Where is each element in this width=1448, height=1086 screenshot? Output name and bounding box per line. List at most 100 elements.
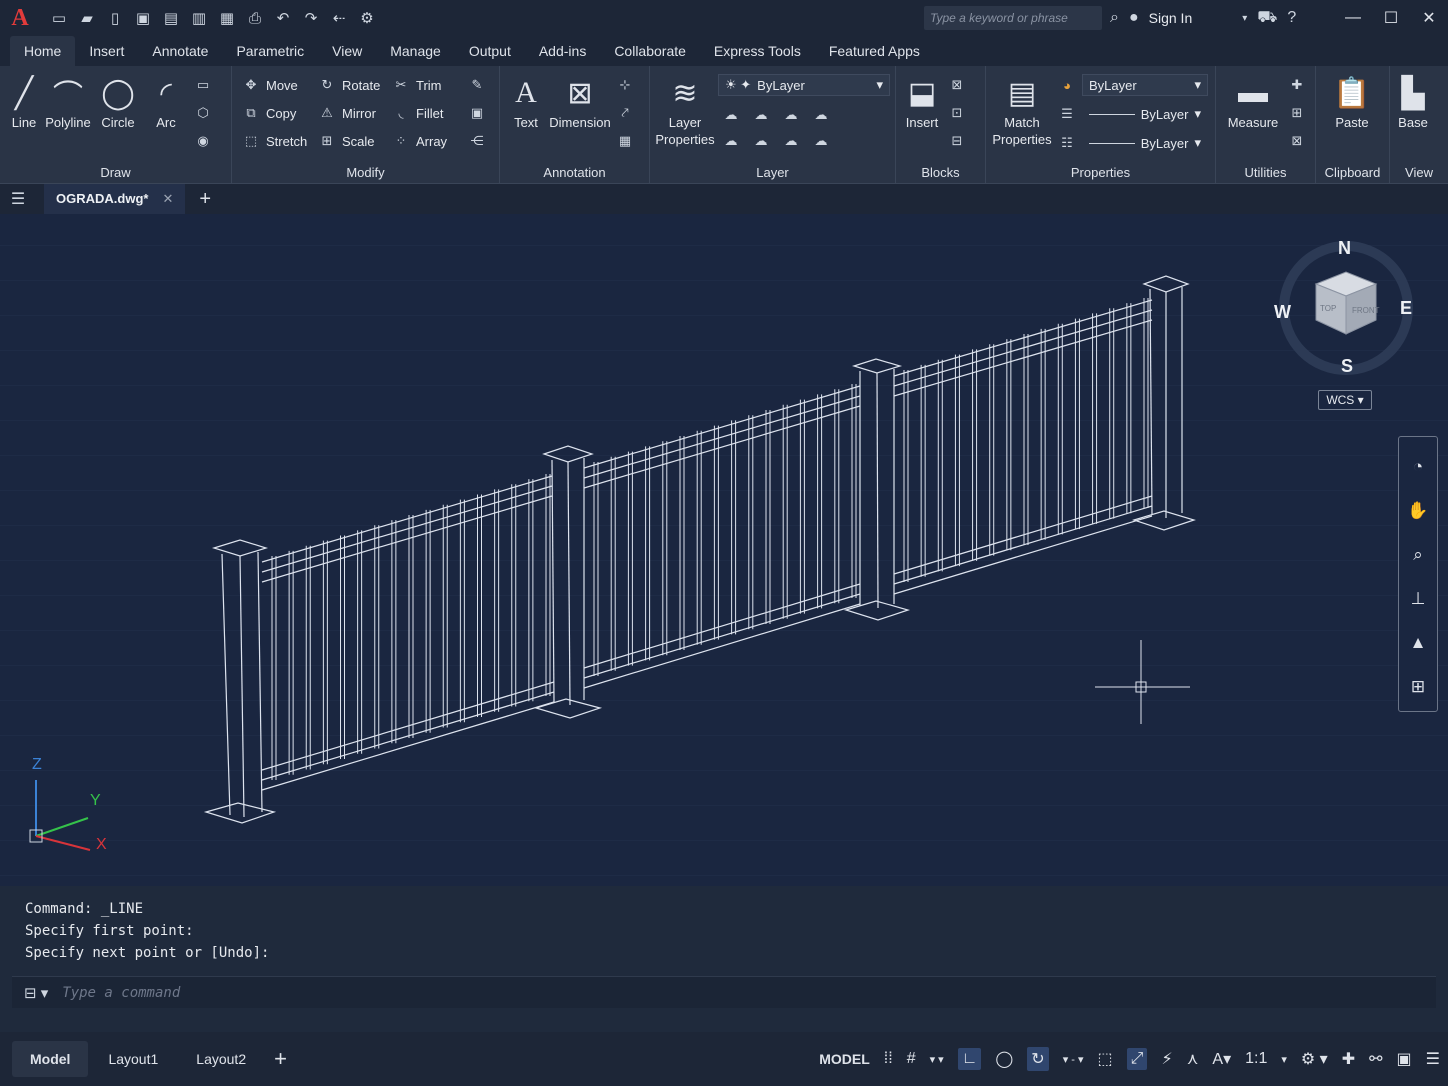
annotation-panel-label[interactable]: Annotation [500,165,649,180]
open-web-icon[interactable]: ▯ [104,7,126,29]
circle-button[interactable]: ◯ Circle [96,72,140,131]
document-tab-ograda[interactable]: OGRADA.dwg* ✕ [44,184,186,214]
chevron-down-icon[interactable]: ▾ [1242,13,1247,24]
tab-home[interactable]: Home [10,36,76,66]
layer-panel-label[interactable]: Layer [650,165,895,180]
utilities-panel-label[interactable]: Utilities [1216,165,1315,180]
leader-button[interactable]: ⊹ [616,74,634,96]
hamburger-menu-icon[interactable]: ☰ [0,189,36,209]
id-point-button[interactable]: ✚ [1288,74,1306,96]
grid-icon[interactable]: ⁞⁞ [884,1050,893,1068]
measure-button[interactable]: ▬ Measure [1220,72,1286,131]
scale-value[interactable]: 1:1 [1245,1050,1267,1068]
object-snap-tracking-icon[interactable]: ⤢ [1126,1048,1148,1070]
new-tab-icon[interactable]: + [199,188,211,211]
erase-button[interactable]: ✎ [468,74,486,96]
close-icon[interactable]: ✕ [1410,0,1448,36]
base-view-button[interactable]: ▙ Base [1390,72,1436,131]
open-icon[interactable]: ▰ [76,7,98,29]
polar-icon[interactable]: ◯ [995,1049,1013,1069]
minimize-icon[interactable]: — [1334,0,1372,36]
layer-off-icon[interactable]: ☁ [722,107,740,123]
annotation-monitor-icon[interactable]: ✚ [1342,1049,1355,1069]
text-button[interactable]: A Text [508,72,544,131]
select-all-button[interactable]: ⊠ [1288,130,1306,152]
sign-in-button[interactable]: Sign In [1149,10,1193,26]
draw-panel-label[interactable]: Draw [0,165,231,180]
explode-button[interactable]: ▣ [468,102,486,124]
layout-tab-layout1[interactable]: Layout1 [90,1041,176,1077]
clipboard-panel-label[interactable]: Clipboard [1316,165,1389,180]
undo-icon[interactable]: ↶ [272,7,294,29]
compass-east[interactable]: E [1400,298,1412,319]
compass-north[interactable]: N [1338,238,1351,259]
tab-parametric[interactable]: Parametric [222,36,318,66]
block-attributes-button[interactable]: ⊟ [948,130,966,152]
maximize-icon[interactable]: ☐ [1372,0,1410,36]
color-picker[interactable]: ◕ [1058,74,1076,96]
plot-icon[interactable]: ▦ [216,7,238,29]
pan-icon[interactable]: ✋ [1407,499,1428,523]
clean-screen-icon[interactable]: ▣ [1397,1049,1412,1069]
rotate-button[interactable]: ↻ Rotate [318,74,381,96]
copy-button[interactable]: ⧉ Copy [242,102,296,124]
tab-express-tools[interactable]: Express Tools [700,36,815,66]
osnap-icon[interactable]: ↻ [1027,1047,1049,1071]
snap-icon[interactable]: # [907,1050,916,1068]
layer-lock-icon[interactable]: ☁ [812,107,830,123]
chevron-down-icon[interactable]: ▾ ‑ ▾ [1063,1053,1084,1066]
hatch-button[interactable]: ⬡ [194,102,212,124]
match-properties-button[interactable]: ▤ Match Properties [990,72,1054,148]
tab-collaborate[interactable]: Collaborate [600,36,700,66]
customization-icon[interactable]: ☰ [1426,1049,1440,1069]
model-space-toggle[interactable]: MODEL [819,1051,870,1067]
layer-walk-icon[interactable]: ☁ [812,133,830,149]
dimension-button[interactable]: ⊠ Dimension [548,72,612,131]
create-block-button[interactable]: ⊠ [948,74,966,96]
table-button[interactable]: ▦ [616,130,634,152]
steering-wheel-icon[interactable]: ◔ [1413,455,1423,479]
multileader-button[interactable]: ⤤ [616,102,634,124]
chevron-down-icon[interactable]: ▾ [1281,1053,1287,1066]
showmotion-icon[interactable]: ▲ [1410,631,1427,655]
edit-block-button[interactable]: ⊡ [948,102,966,124]
undo-dropdown-icon[interactable]: ⇠ [328,7,350,29]
layer-match-icon[interactable]: ☁ [722,133,740,149]
polyline-button[interactable]: ⌒ Polyline [44,72,92,131]
color-dropdown[interactable]: ByLayer ▾ [1082,74,1208,96]
wcs-dropdown[interactable]: WCS ▾ [1318,390,1372,410]
drawing-canvas[interactable]: Z Y X [0,214,1448,886]
search-icon[interactable]: ⌕ [1110,9,1119,27]
tab-insert[interactable]: Insert [75,36,138,66]
stretch-button[interactable]: ⬚ Stretch [242,130,307,152]
line-button[interactable]: ╱ Line [4,72,44,131]
help-search-input[interactable]: Type a keyword or phrase [924,6,1102,30]
tab-output[interactable]: Output [455,36,525,66]
viewcube[interactable]: N S E W TOP FRONT [1270,236,1420,386]
command-customize-icon[interactable]: ⊟ ▾ [24,984,48,1002]
paste-button[interactable]: 📋 Paste [1324,72,1380,131]
tab-featured-apps[interactable]: Featured Apps [815,36,934,66]
annotation-scale-icon[interactable]: A▾ [1212,1049,1231,1069]
layer-previous-icon[interactable]: ☁ [752,133,770,149]
auto-scale-icon[interactable]: ⋏ [1187,1049,1199,1069]
trim-button[interactable]: ✂ Trim [392,74,442,96]
print-icon[interactable]: ⎙ [244,7,266,29]
layout-tab-model[interactable]: Model [12,1041,89,1077]
workspace-gear-icon[interactable]: ⚙ ▾ [1301,1049,1328,1069]
layer-freeze-icon[interactable]: ☁ [782,107,800,123]
tab-manage[interactable]: Manage [376,36,455,66]
layer-properties-button[interactable]: ≋ Layer Properties [654,72,716,148]
compass-south[interactable]: S [1341,356,1353,377]
workspace-icon[interactable]: ⚙ [356,7,378,29]
blocks-panel-label[interactable]: Blocks [896,165,985,180]
properties-panel-label[interactable]: Properties [986,165,1215,180]
move-button[interactable]: ✥ Move [242,74,298,96]
annotation-visibility-icon[interactable]: ⚡ [1161,1049,1172,1069]
orbit-icon[interactable]: ⊥ [1411,587,1426,611]
save-web-icon[interactable]: ▤ [160,7,182,29]
lineweight-dropdown[interactable]: ByLayer ▾ [1082,103,1208,125]
tab-annotate[interactable]: Annotate [138,36,222,66]
new-icon[interactable]: ▭ [48,7,70,29]
cart-icon[interactable]: ⛟ [1257,8,1277,28]
